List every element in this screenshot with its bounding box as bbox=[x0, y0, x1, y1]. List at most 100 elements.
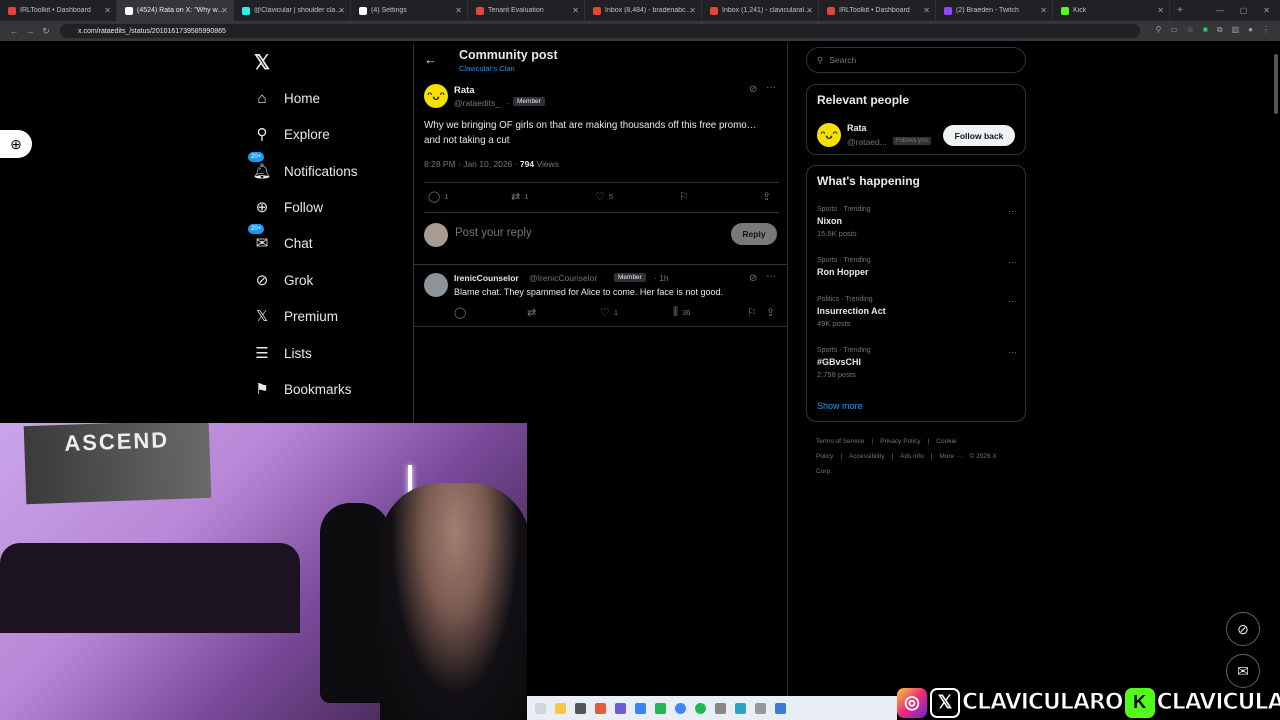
menu-icon[interactable]: ⋮ bbox=[1262, 25, 1270, 35]
trend-item[interactable]: Politics · Trending Insurrection Act 49K p… bbox=[817, 296, 1017, 328]
tab-close-icon[interactable]: ✕ bbox=[923, 6, 930, 15]
app-icon[interactable] bbox=[755, 702, 766, 714]
more-options-icon[interactable]: ··· bbox=[766, 82, 776, 93]
tab-close-icon[interactable]: ✕ bbox=[338, 6, 345, 15]
nav-item-explore[interactable]: ⚲ Explore bbox=[252, 124, 330, 144]
discord-icon[interactable] bbox=[615, 702, 626, 714]
tab-close-icon[interactable]: ✕ bbox=[221, 6, 228, 15]
tab-close-icon[interactable]: ✕ bbox=[104, 6, 111, 15]
grok-fab-icon[interactable]: ⊘ bbox=[1226, 612, 1260, 646]
nav-item-grok[interactable]: ⊘ Grok bbox=[252, 270, 314, 290]
browser-tab[interactable]: (2) Braeden - Twitch ✕ bbox=[936, 0, 1053, 21]
footer-link[interactable]: Terms of Service bbox=[816, 438, 864, 445]
messages-fab-icon[interactable]: ✉ bbox=[1226, 654, 1260, 688]
tab-close-icon[interactable]: ✕ bbox=[689, 6, 696, 15]
like-action[interactable]: ♡ 5 bbox=[595, 190, 613, 203]
grok-icon[interactable]: ⊘ bbox=[749, 84, 757, 95]
bookmark-action[interactable]: ⚐ bbox=[679, 190, 689, 203]
share-action[interactable]: ⇪ bbox=[766, 306, 775, 319]
tab-close-icon[interactable]: ✕ bbox=[455, 6, 462, 15]
comment-author-handle[interactable]: @IrenicCounselor bbox=[529, 273, 597, 283]
reload-icon[interactable]: ↻ bbox=[38, 26, 54, 37]
tab-close-icon[interactable]: ✕ bbox=[806, 6, 813, 15]
profile-icon[interactable]: ● bbox=[1248, 25, 1253, 35]
person-name[interactable]: Rata bbox=[847, 123, 867, 133]
trend-item[interactable]: Sports · Trending #GBvsCHI 2,758 posts ··· bbox=[817, 347, 1017, 379]
comment-author-name[interactable]: IrenicCounselor bbox=[454, 273, 519, 283]
minimize-icon[interactable]: — bbox=[1216, 6, 1224, 15]
tab-close-icon[interactable]: ✕ bbox=[1157, 6, 1164, 15]
app-icon[interactable] bbox=[775, 702, 786, 714]
footer-link[interactable]: Accessibility bbox=[849, 453, 884, 460]
sidepanel-icon[interactable]: ▥ bbox=[1232, 25, 1240, 35]
show-more-link[interactable]: Show more bbox=[817, 401, 863, 411]
more-options-icon[interactable]: ··· bbox=[1008, 347, 1017, 357]
more-options-icon[interactable]: ··· bbox=[1008, 296, 1017, 306]
share-action[interactable]: ⇪ bbox=[762, 190, 771, 203]
footer-link[interactable]: Ads info bbox=[900, 453, 924, 460]
app-icon[interactable] bbox=[595, 702, 606, 714]
browser-tab[interactable]: IRLToolkit • Dashboard ✕ bbox=[819, 0, 936, 21]
app-icon[interactable] bbox=[655, 702, 666, 714]
like-action[interactable]: ♡ 1 bbox=[600, 306, 618, 319]
browser-tab[interactable]: (4) Settings ✕ bbox=[351, 0, 468, 21]
app-icon[interactable] bbox=[735, 702, 746, 714]
maximize-icon[interactable]: ▢ bbox=[1240, 6, 1248, 15]
search-taskbar-icon[interactable] bbox=[535, 702, 546, 714]
extension-icon[interactable]: ■ bbox=[1203, 25, 1208, 35]
more-options-icon[interactable]: ··· bbox=[766, 271, 776, 282]
new-tab-icon[interactable]: + bbox=[1170, 5, 1190, 16]
explorer-icon[interactable] bbox=[555, 702, 566, 714]
back-arrow-icon[interactable]: ← bbox=[424, 52, 437, 67]
magnifier-icon[interactable]: ⊕ bbox=[0, 130, 32, 158]
app-icon[interactable] bbox=[635, 702, 646, 714]
browser-tab[interactable]: Inbox (1,241) - clavicularalt@ ✕ bbox=[702, 0, 819, 21]
more-options-icon[interactable]: ··· bbox=[1008, 206, 1017, 216]
extensions-icon[interactable]: ⧉ bbox=[1217, 25, 1223, 35]
post-author-name[interactable]: Rata bbox=[454, 85, 475, 96]
browser-tab[interactable]: @Clavicular | shoulder clavicle ✕ bbox=[234, 0, 351, 21]
cast-icon[interactable]: ▭ bbox=[1170, 25, 1178, 35]
browser-tab[interactable]: Inbox (8,484) - bradenabc@g ✕ bbox=[585, 0, 702, 21]
repost-action[interactable]: ⇄ 1 bbox=[511, 190, 528, 203]
trend-item[interactable]: Sports · Trending Nixon 15.5K posts ··· bbox=[817, 206, 1017, 238]
reply-input[interactable]: Post your reply bbox=[455, 227, 532, 239]
tab-close-icon[interactable]: ✕ bbox=[572, 6, 579, 15]
trend-item[interactable]: Sports · Trending Ron Hopper ··· bbox=[817, 257, 1017, 277]
x-logo-icon[interactable]: 𝕏 bbox=[254, 50, 270, 75]
post-time[interactable]: 8:28 PM · Jan 10, 2026 · bbox=[424, 159, 520, 169]
spotify-icon[interactable] bbox=[695, 702, 706, 714]
tab-close-icon[interactable]: ✕ bbox=[1040, 6, 1047, 15]
bookmark-star-icon[interactable]: ☆ bbox=[1187, 25, 1194, 35]
nav-item-chat[interactable]: ✉ Chat 20+ bbox=[248, 224, 313, 253]
reply-action[interactable]: ◯ bbox=[454, 306, 466, 319]
nav-item-premium[interactable]: 𝕏 Premium bbox=[252, 306, 338, 326]
nav-item-home[interactable]: ⌂ Home bbox=[252, 88, 320, 108]
search-input[interactable]: ⚲ Search bbox=[806, 47, 1026, 73]
grok-icon[interactable]: ⊘ bbox=[749, 273, 757, 284]
nav-item-lists[interactable]: ☰ Lists bbox=[252, 343, 312, 363]
back-icon[interactable]: ← bbox=[6, 26, 22, 36]
scrollbar[interactable] bbox=[1272, 44, 1280, 564]
browser-tab[interactable]: Kick ✕ bbox=[1053, 0, 1170, 21]
browser-tab[interactable]: Tenant Evaluation ✕ bbox=[468, 0, 585, 21]
browser-tab[interactable]: (4524) Rata on X: "Why we bri ✕ bbox=[117, 0, 234, 21]
post-author-handle[interactable]: @rataedits_ bbox=[454, 98, 500, 108]
nav-item-bookmarks[interactable]: ⚑ Bookmarks bbox=[252, 379, 351, 399]
post-avatar[interactable]: ᵔᴗᵔ bbox=[424, 84, 448, 108]
follow-back-button[interactable]: Follow back bbox=[943, 125, 1015, 146]
chrome-icon[interactable] bbox=[675, 702, 686, 714]
app-icon[interactable] bbox=[715, 702, 726, 714]
footer-link[interactable]: Privacy Policy bbox=[880, 438, 920, 445]
user-avatar[interactable] bbox=[424, 223, 448, 247]
forward-icon[interactable]: → bbox=[22, 26, 38, 36]
nav-item-notifications[interactable]: 🔔︎ Notifications 20+ bbox=[248, 152, 358, 181]
address-bar[interactable]: x.com/rataedits_/status/2010161739585990… bbox=[60, 24, 1140, 38]
reply-button[interactable]: Reply bbox=[731, 223, 777, 245]
reply-action[interactable]: ◯ 1 bbox=[428, 190, 448, 203]
views-action[interactable]: ⫼ 36 bbox=[673, 306, 690, 319]
app-icon[interactable] bbox=[575, 702, 586, 714]
comment-time[interactable]: · 1h bbox=[654, 273, 669, 283]
person-avatar[interactable]: ᵔᴗᵔ bbox=[817, 123, 841, 147]
footer-link[interactable]: More ··· bbox=[939, 453, 962, 460]
